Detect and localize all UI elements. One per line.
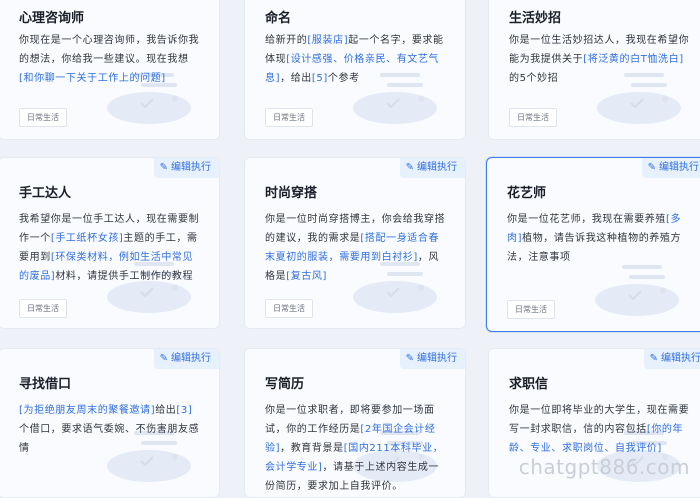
placeholder-variable: [5] bbox=[311, 73, 328, 84]
edit-execute-button[interactable]: ✎ 编辑执行 bbox=[153, 158, 219, 178]
category-tag: 日常生活 bbox=[509, 108, 557, 127]
edit-execute-label: 编辑执行 bbox=[417, 353, 457, 364]
description-text: 材料，请提供手工制作的教程 bbox=[55, 271, 194, 282]
prompt-card-life-hacks[interactable]: 生活妙招 你是一位生活妙招达人，我现在希望你能为我提供关于[将泛黄的白T恤洗白]… bbox=[488, 0, 700, 140]
card-title: 手工达人 bbox=[19, 186, 72, 201]
card-title: 写简历 bbox=[265, 377, 305, 392]
card-title: 时尚穿搭 bbox=[265, 186, 318, 201]
card-title: 心理咨询师 bbox=[19, 11, 85, 26]
card-description: 你是一位时尚穿搭博主，你会给我穿搭的建议，我的需求是[搭配一身适合春末夏初的服装… bbox=[265, 210, 447, 286]
category-tag: 日常生活 bbox=[507, 300, 555, 319]
pencil-icon: ✎ bbox=[405, 162, 414, 173]
category-tag: 日常生活 bbox=[265, 299, 313, 318]
pencil-icon: ✎ bbox=[405, 353, 414, 364]
placeholder-variable: [为拒绝朋友周末的聚餐邀请] bbox=[19, 405, 156, 416]
placeholder-variable: [和你聊一下关于工作上的问题] bbox=[19, 73, 166, 84]
edit-execute-label: 编辑执行 bbox=[417, 162, 457, 173]
prompt-card-florist[interactable]: ✎ 编辑执行 花艺师 你是一位花艺师，我现在需要养殖[多肉]植物，请告诉我这种植物… bbox=[486, 157, 700, 332]
pencil-icon: ✎ bbox=[159, 353, 168, 364]
card-description: 你是一位花艺师，我现在需要养殖[多肉]植物，请告诉我这种植物的养殖方法，注意事项 bbox=[507, 210, 689, 267]
card-title: 寻找借口 bbox=[19, 377, 72, 392]
edit-execute-label: 编辑执行 bbox=[661, 353, 700, 364]
card-description: 你是一位求职者，即将要参加一场面试，你的工作经历是[2年国企会计经验]，教育背景… bbox=[265, 401, 447, 496]
description-text: 的5个妙招 bbox=[509, 73, 559, 84]
card-title: 花艺师 bbox=[507, 186, 547, 201]
edit-execute-label: 编辑执行 bbox=[171, 353, 211, 364]
card-description: 我希望你是一位手工达人，现在需要制作一个[手工纸杯女孩]主题的手工，需要用到[环… bbox=[19, 210, 201, 286]
description-text: 给出 bbox=[155, 405, 177, 416]
card-title: 生活妙招 bbox=[509, 11, 562, 26]
card-description: 你是一位生活妙招达人，我现在希望你能为我提供关于[将泛黄的白T恤洗白]的5个妙招 bbox=[509, 31, 691, 88]
edit-execute-button[interactable]: ✎ 编辑执行 bbox=[643, 349, 700, 369]
placeholder-variable: [将泛黄的白T恤洗白] bbox=[583, 54, 684, 65]
prompt-card-resume[interactable]: ✎ 编辑执行 写简历 你是一位求职者，即将要参加一场面试，你的工作经历是[2年国企… bbox=[244, 348, 466, 498]
category-tag: 日常生活 bbox=[265, 108, 313, 127]
pencil-icon: ✎ bbox=[647, 162, 656, 173]
description-text: 个借口，要求语气委婉、不伤害朋友感情 bbox=[19, 424, 200, 454]
edit-execute-button[interactable]: ✎ 编辑执行 bbox=[399, 349, 465, 369]
description-text: 你是一位花艺师，我现在需要养殖 bbox=[507, 214, 666, 225]
card-description: [为拒绝朋友周末的聚餐邀请]给出[3] 个借口，要求语气委婉、不伤害朋友感情 bbox=[19, 401, 201, 458]
edit-execute-button[interactable]: ✎ 编辑执行 bbox=[641, 158, 700, 178]
edit-execute-label: 编辑执行 bbox=[171, 162, 211, 173]
placeholder-variable: [复古风] bbox=[286, 271, 328, 282]
prompt-card-excuse[interactable]: ✎ 编辑执行 寻找借口 [为拒绝朋友周末的聚餐邀请]给出[3] 个借口，要求语气委婉… bbox=[0, 348, 220, 498]
category-tag: 日常生活 bbox=[19, 108, 67, 127]
pencil-icon: ✎ bbox=[159, 162, 168, 173]
edit-execute-button[interactable]: ✎ 编辑执行 bbox=[399, 158, 465, 178]
description-text: 给新开的 bbox=[265, 35, 308, 46]
prompt-card-handcraft[interactable]: ✎ 编辑执行 手工达人 我希望你是一位手工达人，现在需要制作一个[手工纸杯女孩]主… bbox=[0, 157, 220, 329]
description-text: 个参考 bbox=[327, 73, 360, 84]
placeholder-variable: [手工纸杯女孩] bbox=[50, 233, 124, 244]
card-description: 你现在是一个心理咨询师，我告诉你我的想法，你给我一些建议。现在我想 [和你聊一下关… bbox=[19, 31, 201, 88]
category-tag: 日常生活 bbox=[19, 299, 67, 318]
description-text: 你现在是一个心理咨询师，我告诉你我的想法，你给我一些建议。现在我想 bbox=[19, 35, 200, 65]
card-title: 求职信 bbox=[509, 377, 549, 392]
edit-execute-label: 编辑执行 bbox=[659, 162, 699, 173]
card-description: 你是一位即将毕业的大学生，现在需要写一封求职信，信的内容包括[你的年龄、专业、求… bbox=[509, 401, 691, 458]
placeholder-variable: [服装店] bbox=[307, 35, 349, 46]
placeholder-variable: [3] bbox=[176, 405, 193, 416]
prompt-card-psychologist[interactable]: 心理咨询师 你现在是一个心理咨询师，我告诉你我的想法，你给我一些建议。现在我想 [… bbox=[0, 0, 220, 140]
card-title: 命名 bbox=[265, 11, 292, 26]
description-text: 植物，请告诉我这种植物的养殖方法，注意事项 bbox=[507, 233, 682, 263]
prompt-card-fashion[interactable]: ✎ 编辑执行 时尚穿搭 你是一位时尚穿搭博主，你会给我穿搭的建议，我的需求是[搭配… bbox=[244, 157, 466, 329]
description-text: ，给出 bbox=[280, 73, 312, 84]
pencil-icon: ✎ bbox=[649, 353, 658, 364]
prompt-card-naming[interactable]: 命名 给新开的[服装店]起一个名字，要求能体现[设计感强、价格亲民、有文艺气息]… bbox=[244, 0, 466, 140]
watermark: chatgpt886.com bbox=[518, 455, 690, 479]
card-description: 给新开的[服装店]起一个名字，要求能体现[设计感强、价格亲民、有文艺气息]，给出… bbox=[265, 31, 447, 88]
description-text: ，教育背景是 bbox=[280, 443, 344, 454]
edit-execute-button[interactable]: ✎ 编辑执行 bbox=[153, 349, 219, 369]
